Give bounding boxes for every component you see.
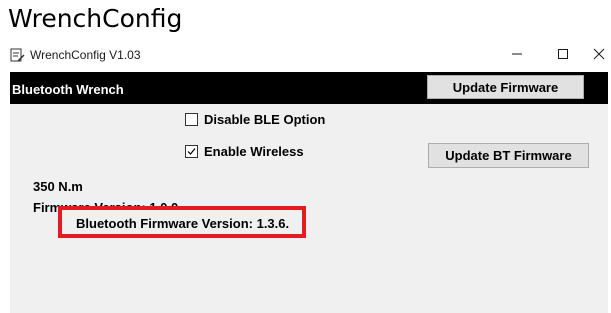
header-bar: Bluetooth Wrench Update Firmware (10, 72, 608, 104)
bt-firmware-version-highlight: Bluetooth Firmware Version: 1.3.6. (58, 206, 306, 238)
window-title: WrenchConfig V1.03 (30, 48, 141, 62)
enable-wireless-checkbox[interactable] (185, 145, 198, 158)
torque-value: 350 N.m (33, 179, 83, 194)
disable-ble-checkbox-row[interactable]: Disable BLE Option (185, 112, 325, 127)
disable-ble-label: Disable BLE Option (204, 112, 326, 127)
client-area: Bluetooth Wrench Update Firmware Disable… (10, 72, 608, 313)
title-bar[interactable]: WrenchConfig V1.03 (0, 42, 611, 70)
enable-wireless-label: Enable Wireless (204, 144, 304, 159)
update-bt-firmware-button[interactable]: Update BT Firmware (428, 143, 589, 168)
header-title: Bluetooth Wrench (12, 82, 124, 97)
bt-firmware-version-text: Bluetooth Firmware Version: 1.3.6. (76, 216, 290, 231)
disable-ble-checkbox[interactable] (185, 113, 198, 126)
maximize-icon (557, 47, 569, 65)
checkmark-icon (187, 148, 196, 155)
notepad-pen-icon (9, 47, 25, 63)
close-icon (593, 47, 605, 65)
screenshot-page: WrenchConfig WrenchConfig V1.03 Bluetoot… (0, 0, 611, 313)
minimize-icon (511, 47, 523, 65)
app-window: WrenchConfig V1.03 Bluetooth Wrench Upda… (0, 42, 611, 313)
caption-title: WrenchConfig (8, 4, 183, 33)
minimize-button[interactable] (494, 42, 540, 70)
update-firmware-button[interactable]: Update Firmware (427, 75, 584, 99)
maximize-button[interactable] (540, 42, 586, 70)
close-button[interactable] (586, 42, 611, 70)
enable-wireless-checkbox-row[interactable]: Enable Wireless (185, 144, 304, 159)
